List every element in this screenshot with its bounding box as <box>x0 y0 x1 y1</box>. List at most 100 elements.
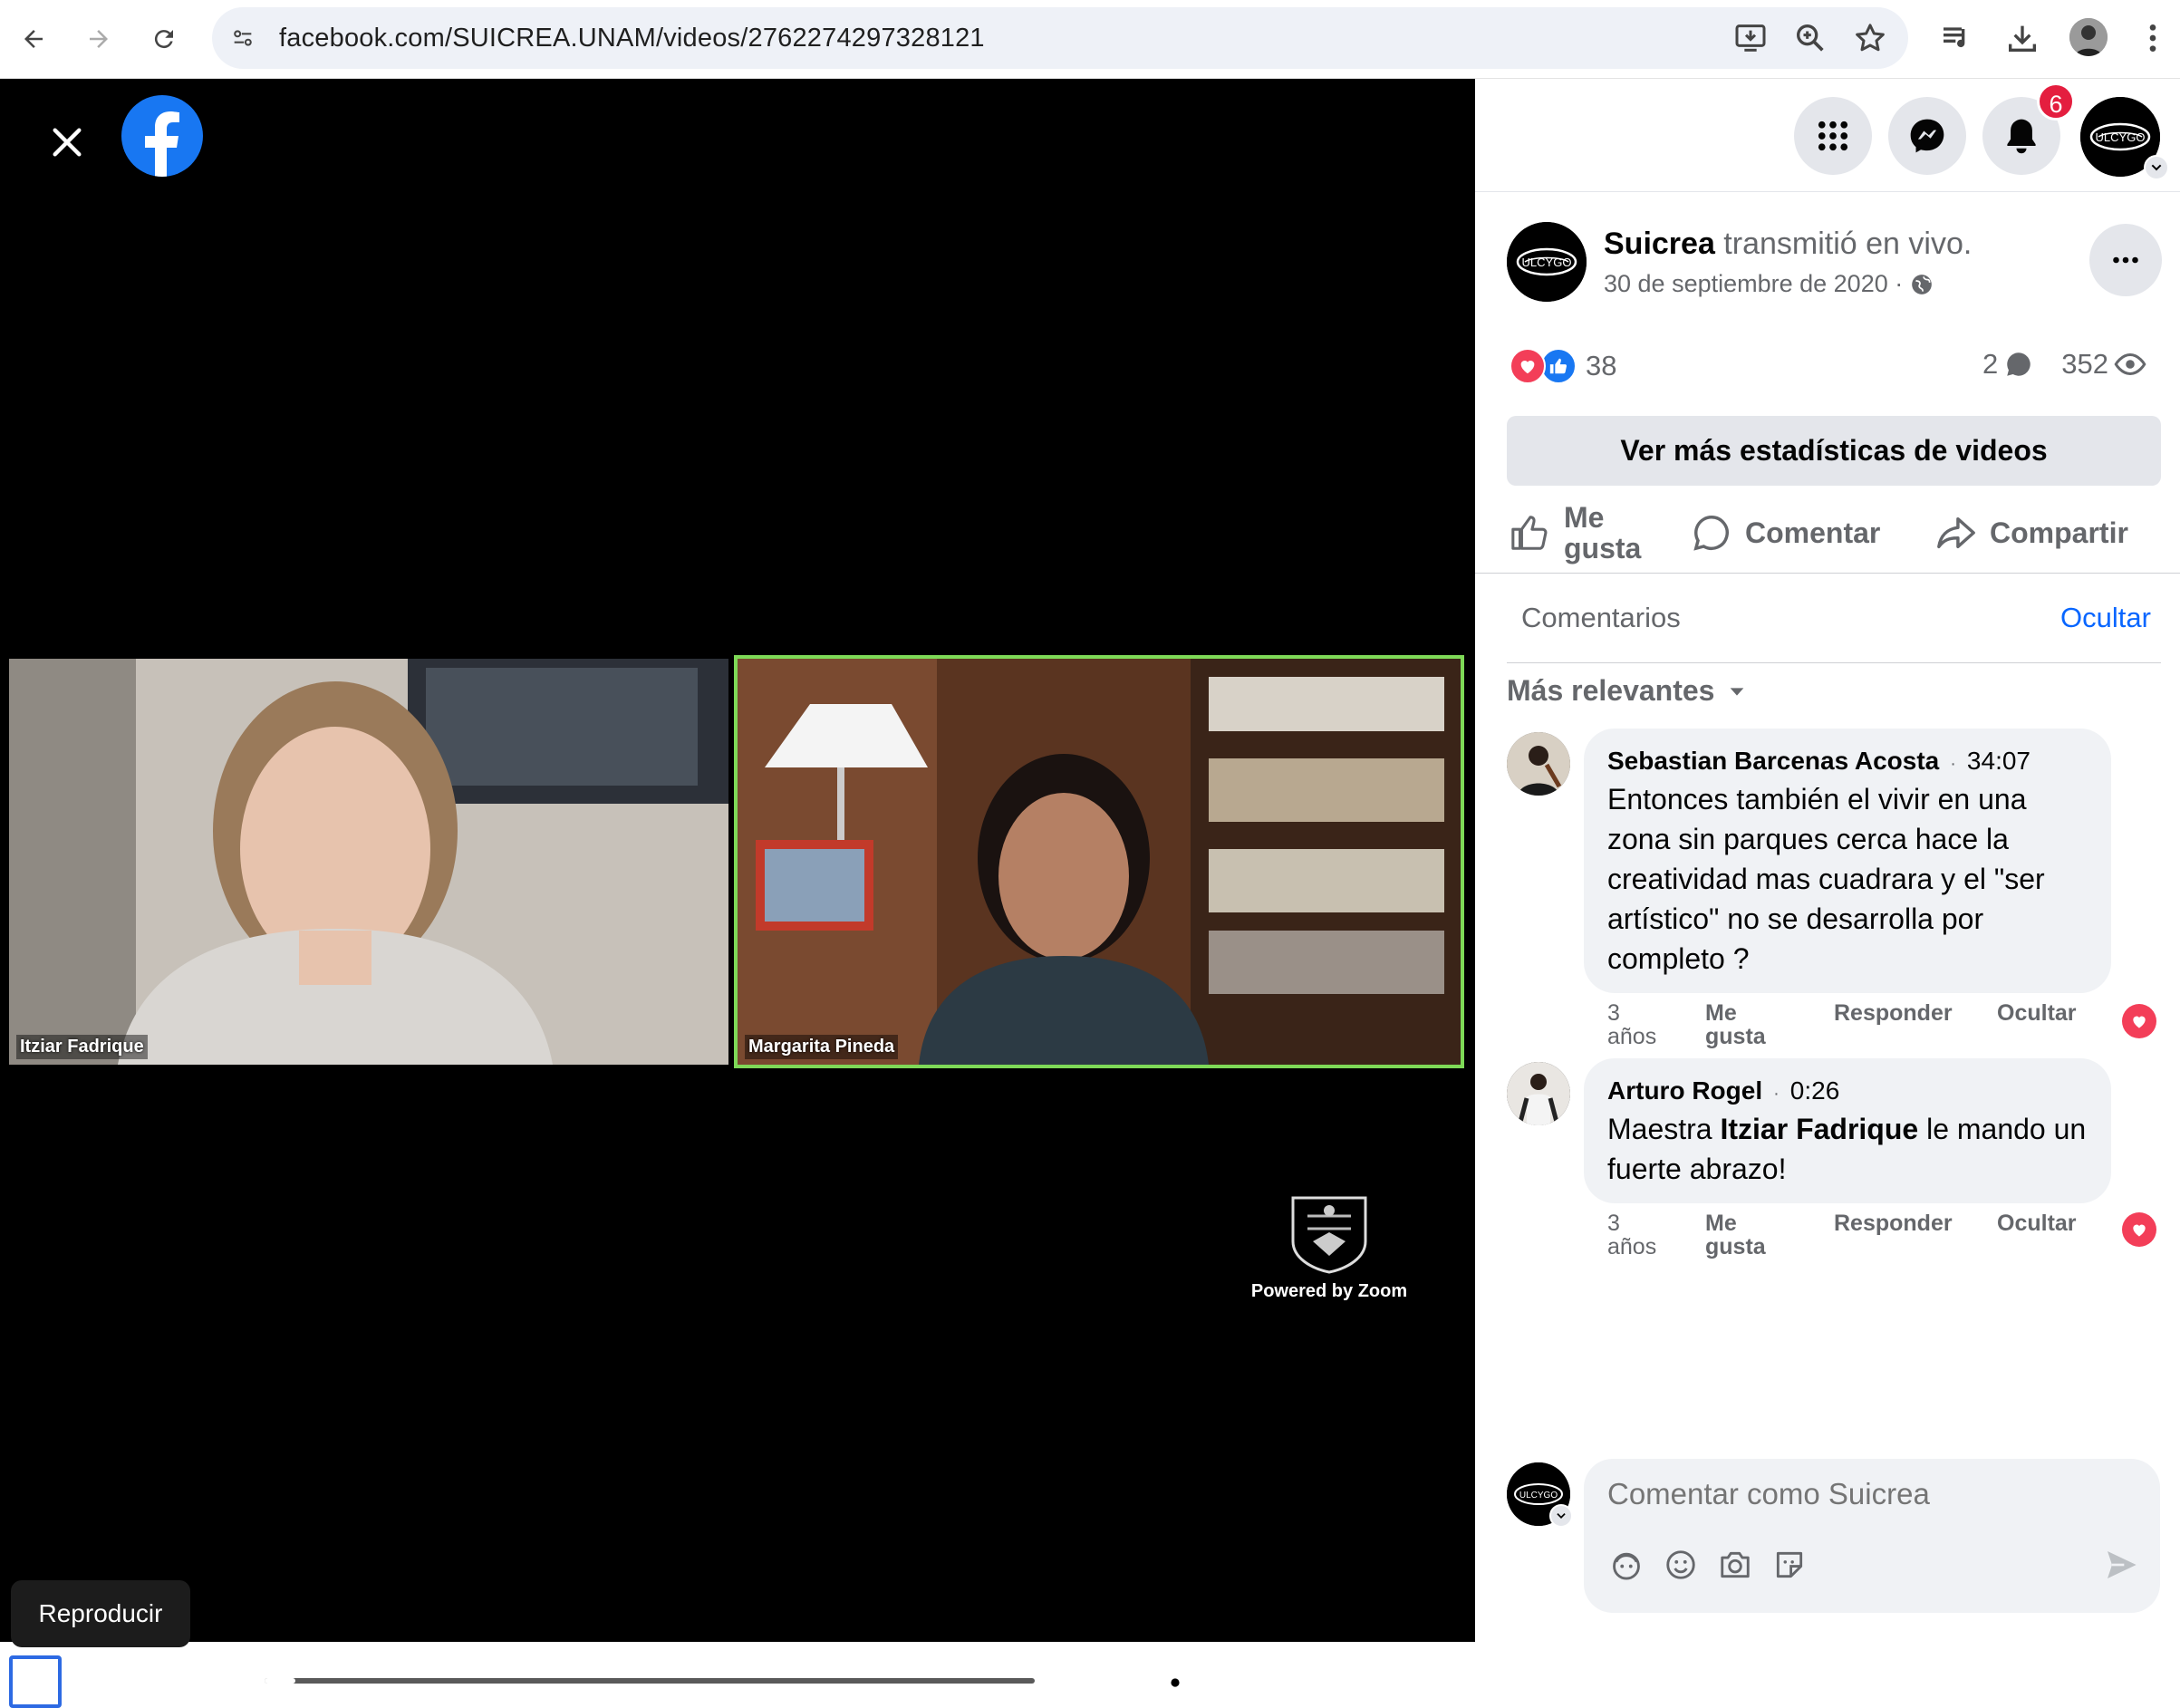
picture-in-picture-icon[interactable] <box>1237 1658 1286 1707</box>
zoom-icon[interactable] <box>1792 20 1828 56</box>
eye-icon <box>2114 348 2146 381</box>
play-tooltip: Reproducir <box>11 1580 190 1647</box>
play-button[interactable] <box>9 1655 62 1708</box>
browser-menu-icon[interactable] <box>2135 20 2171 56</box>
comment-header: Arturo Rogel · 0:26 <box>1607 1076 2088 1105</box>
url-text[interactable]: facebook.com/SUICREA.UNAM/videos/2762274… <box>279 7 985 69</box>
comment-bubble: Arturo Rogel · 0:26 Maestra Itziar Fadri… <box>1584 1058 2111 1203</box>
like-button[interactable]: Me gusta <box>1510 497 1664 569</box>
back-icon[interactable] <box>13 18 54 60</box>
view-count: 352 <box>2061 348 2108 380</box>
sort-comments-dropdown[interactable]: Más relevantes <box>1507 674 1747 708</box>
comment-count[interactable]: 2 <box>1982 348 1998 381</box>
comment-text: Maestra Itziar Fadrique le mando un fuer… <box>1607 1109 2088 1189</box>
participant-video-1: Itziar Fadrique <box>9 659 728 1065</box>
post-header: Suicrea transmitió en vivo. <box>1604 227 1972 262</box>
separator-dot: · <box>1950 754 1956 774</box>
reaction-count: 38 <box>1586 350 1617 381</box>
comment-button[interactable]: Comentar <box>1691 497 1880 569</box>
comment-heart-icon <box>2122 1004 2156 1038</box>
comment-icon <box>1691 512 1732 554</box>
commenter-avatar[interactable] <box>1507 1062 1570 1125</box>
more-options-button[interactable] <box>2089 224 2162 296</box>
sticker-icon[interactable] <box>1770 1546 1809 1584</box>
svg-text:ULCYGO: ULCYGO <box>2096 130 2146 144</box>
commenter-avatar[interactable] <box>1507 732 1570 796</box>
comment-like-button[interactable]: Me gusta <box>1705 1001 1787 1048</box>
divider <box>1507 662 2161 663</box>
progress-bar[interactable] <box>265 1678 1035 1684</box>
close-icon[interactable] <box>42 117 92 168</box>
share-label: Compartir <box>1990 516 2128 549</box>
comment-timestamp-link[interactable]: 34:07 <box>1967 747 2030 776</box>
love-reaction-icon <box>1510 348 1546 384</box>
camera-icon[interactable] <box>1716 1546 1754 1584</box>
comment-bubble-icon <box>2003 349 2034 380</box>
settings-gear-icon[interactable] <box>1151 1658 1200 1707</box>
messenger-icon[interactable] <box>1888 97 1966 175</box>
download-icon[interactable] <box>2004 20 2040 56</box>
comment-reply-button[interactable]: Responder <box>1834 1001 1953 1025</box>
comment-reply-button[interactable]: Responder <box>1834 1211 1953 1235</box>
unam-seal-icon <box>1286 1189 1373 1276</box>
facebook-logo-icon[interactable] <box>121 95 203 177</box>
participant-name-label: Margarita Pineda <box>745 1035 899 1059</box>
svg-text:ULCYGO: ULCYGO <box>1519 1491 1558 1501</box>
reactions-summary[interactable]: 38 <box>1510 348 1616 384</box>
comment-text-start: Maestra <box>1607 1113 1721 1145</box>
mention-link[interactable]: Itziar Fadrique <box>1720 1113 1918 1145</box>
browser-toolbar: facebook.com/SUICREA.UNAM/videos/2762274… <box>0 0 2180 79</box>
comment-author[interactable]: Sebastian Barcenas Acosta <box>1607 747 1939 776</box>
forward-icon[interactable] <box>78 18 120 60</box>
comment-like-button[interactable]: Me gusta <box>1705 1211 1787 1259</box>
comment-author[interactable]: Arturo Rogel <box>1607 1076 1762 1105</box>
reload-icon[interactable] <box>143 18 185 60</box>
composer-chevron-down-icon[interactable] <box>1549 1504 1573 1528</box>
post-author-name[interactable]: Suicrea <box>1604 227 1715 261</box>
unam-watermark: Powered by Zoom <box>1245 1189 1413 1302</box>
address-bar[interactable]: facebook.com/SUICREA.UNAM/videos/2762274… <box>212 7 1908 69</box>
share-button[interactable]: Compartir <box>1935 497 2128 569</box>
comment-text: Entonces también el vivir en una zona si… <box>1607 783 2045 975</box>
divider <box>1475 573 2180 574</box>
comment-bubble: Sebastian Barcenas Acosta · 34:07 Entonc… <box>1584 729 2111 993</box>
duration: 1:12:04 <box>150 1667 235 1695</box>
progress-fill <box>265 1678 295 1684</box>
hide-comments-link[interactable]: Ocultar <box>2060 602 2151 634</box>
account-chevron-down-icon[interactable] <box>2144 155 2169 180</box>
caret-down-icon <box>1727 681 1747 701</box>
comment-header: Sebastian Barcenas Acosta · 34:07 <box>1607 747 2088 776</box>
video-stats-button[interactable]: Ver más estadísticas de videos <box>1507 416 2161 486</box>
comment-age[interactable]: 3 años <box>1607 1001 1671 1048</box>
comment-timestamp-link[interactable]: 0:26 <box>1790 1076 1840 1105</box>
sort-label: Más relevantes <box>1507 674 1715 707</box>
page-avatar[interactable]: ULCYGO <box>1507 222 1587 302</box>
comment-input[interactable] <box>1607 1477 2115 1511</box>
globe-icon <box>1910 273 1934 296</box>
menu-grid-icon[interactable] <box>1794 97 1872 175</box>
volume-icon[interactable] <box>1397 1658 1446 1707</box>
share-icon <box>1935 512 1977 554</box>
comment-age[interactable]: 3 años <box>1607 1211 1671 1259</box>
like-label: Me gusta <box>1564 501 1642 565</box>
comment-hide-button[interactable]: Ocultar <box>1997 1001 2077 1025</box>
comments-title: Comentarios <box>1521 602 1681 633</box>
browser-profile-avatar[interactable] <box>2069 18 2108 56</box>
avatar-sticker-icon[interactable] <box>1607 1546 1645 1584</box>
current-time: 0:03 <box>78 1667 130 1695</box>
install-app-icon[interactable] <box>1732 20 1769 56</box>
send-icon[interactable] <box>2102 1546 2140 1584</box>
bookmark-star-icon[interactable] <box>1852 20 1888 56</box>
post-date-text[interactable]: 30 de septiembre de 2020 · <box>1604 270 1903 298</box>
time-display: 0:03 / 1:12:04 <box>78 1664 235 1700</box>
video-player[interactable]: Itziar Fadrique Margarita Pineda Powered… <box>0 79 1475 1708</box>
site-settings-icon[interactable] <box>227 22 259 54</box>
fullscreen-icon[interactable] <box>1321 1658 1370 1707</box>
media-controls-icon[interactable] <box>1939 20 1975 56</box>
svg-text:ULCYGO: ULCYGO <box>1522 256 1572 269</box>
comment-hide-button[interactable]: Ocultar <box>1997 1211 2077 1235</box>
comment-composer <box>1584 1459 2160 1613</box>
emoji-icon[interactable] <box>1662 1546 1700 1584</box>
notification-badge: 6 <box>2037 82 2075 121</box>
captions-icon[interactable] <box>1064 1658 1113 1707</box>
